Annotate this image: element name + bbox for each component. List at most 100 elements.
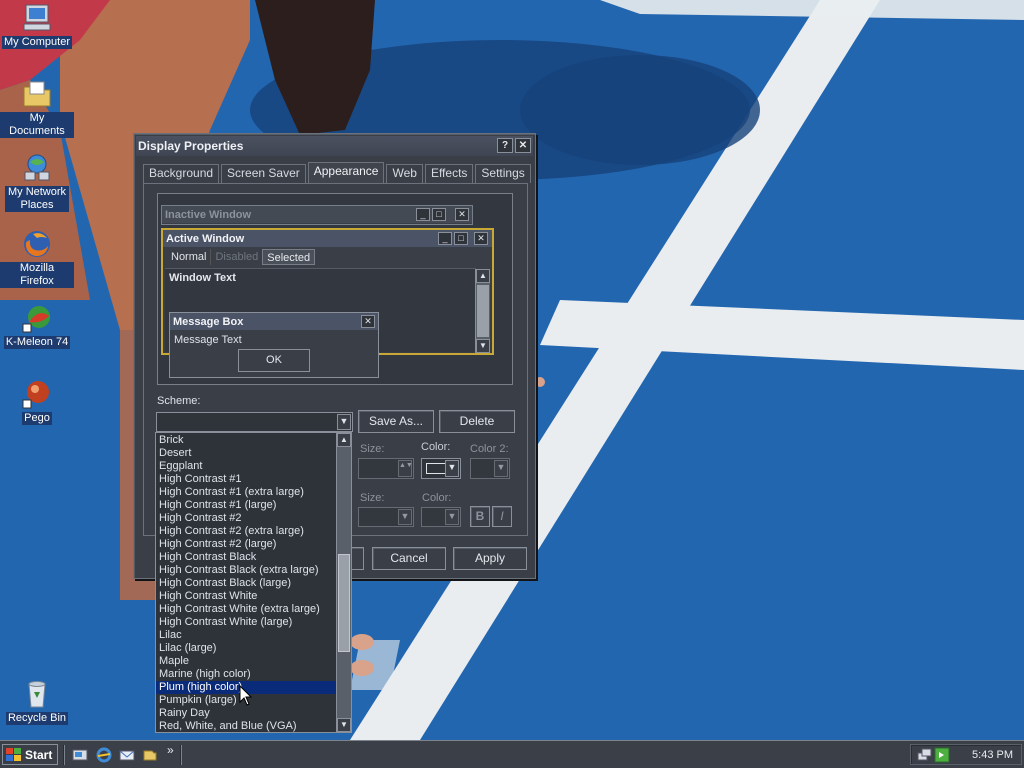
list-item[interactable]: Maple (156, 655, 337, 668)
desktop-icon-network-places[interactable]: My Network Places (0, 152, 74, 212)
font-color-label: Color: (422, 492, 452, 504)
preview-scrollbar: ▲ ▼ (475, 269, 490, 353)
list-item[interactable]: Eggplant (156, 460, 337, 473)
chevron-down-icon[interactable]: ▼ (445, 460, 459, 477)
font-size-combobox[interactable]: ▼ (358, 507, 414, 527)
scheme-dropdown-list[interactable]: Brick Desert Eggplant High Contrast #1 H… (155, 432, 352, 733)
network-tray-icon[interactable] (917, 747, 933, 763)
desktop-icon-label: K-Meleon 74 (3, 336, 71, 349)
list-item[interactable]: High Contrast Black (large) (156, 577, 337, 590)
list-item[interactable]: High Contrast #1 (large) (156, 499, 337, 512)
list-item[interactable]: High Contrast White (156, 590, 337, 603)
dialog-title-bar[interactable]: Display Properties ? ✕ (136, 136, 533, 156)
volume-tray-icon[interactable] (934, 747, 950, 763)
size-spinner[interactable]: ▲▼ (358, 458, 414, 479)
chevron-down-icon[interactable]: ▼ (337, 414, 351, 430)
scroll-thumb[interactable] (338, 554, 350, 652)
tab-web[interactable]: Web (386, 164, 423, 183)
network-icon (24, 154, 50, 181)
list-item[interactable]: High Contrast #1 (extra large) (156, 486, 337, 499)
outlook-express-icon[interactable] (119, 747, 135, 763)
kmeleon-icon (22, 306, 50, 333)
color2-label: Color 2: (470, 443, 509, 455)
list-item[interactable]: High Contrast #1 (156, 473, 337, 486)
start-label: Start (25, 747, 53, 762)
menu-disabled: Disabled (210, 249, 262, 265)
list-item[interactable]: Lilac (156, 629, 337, 642)
media-player-icon[interactable] (142, 747, 158, 763)
appearance-preview[interactable]: Inactive Window _ □ ✕ Active Window _ □ … (157, 193, 513, 385)
list-item[interactable]: High Contrast White (large) (156, 616, 337, 629)
list-item[interactable]: Rainy Day (156, 707, 337, 720)
close-icon: ✕ (474, 232, 488, 245)
list-item[interactable]: High Contrast #2 (extra large) (156, 525, 337, 538)
color2-picker[interactable]: ▼ (470, 458, 510, 479)
minimize-icon: _ (416, 208, 430, 221)
internet-explorer-icon[interactable] (96, 747, 112, 763)
desktop-icon-pego[interactable]: Pego (0, 378, 74, 425)
menu-normal: Normal (171, 251, 207, 263)
color-picker[interactable]: ▼ (421, 458, 461, 479)
list-item[interactable]: Brick (156, 434, 337, 447)
save-as-button[interactable]: Save As... (358, 410, 434, 433)
tab-appearance[interactable]: Appearance (307, 162, 385, 183)
desktop-icon-label: Pego (22, 412, 52, 425)
start-button[interactable]: Start (2, 744, 58, 765)
desktop-icon-kmeleon[interactable]: K-Meleon 74 (0, 302, 74, 349)
tab-effects[interactable]: Effects (424, 164, 474, 183)
list-item[interactable]: High Contrast Black (156, 551, 337, 564)
list-item[interactable]: High Contrast White (extra large) (156, 603, 337, 616)
apply-button[interactable]: Apply (453, 547, 527, 570)
delete-button[interactable]: Delete (439, 410, 515, 433)
close-button[interactable]: ✕ (515, 138, 531, 153)
desktop-icon-my-computer[interactable]: My Computer (0, 2, 74, 49)
scheme-list-scrollbar[interactable]: ▲ ▼ (336, 433, 351, 732)
color-label: Color: (421, 441, 451, 453)
cancel-button[interactable]: Cancel (372, 547, 446, 570)
mouse-cursor-icon (239, 685, 253, 706)
dialog-title: Display Properties (138, 139, 244, 153)
show-desktop-icon[interactable] (72, 747, 88, 763)
tab-background[interactable]: Background (143, 164, 220, 183)
italic-button[interactable]: I (492, 506, 512, 527)
desktop-icon-label: My Network Places (5, 186, 69, 212)
chevron-down-icon[interactable]: ▼ (398, 509, 412, 525)
scheme-label: Scheme: (157, 395, 201, 407)
desktop-icon-recycle-bin[interactable]: Recycle Bin (0, 678, 74, 725)
pego-icon (22, 381, 49, 409)
list-item[interactable]: Marine (high color) (156, 668, 337, 681)
desktop-icon-my-documents[interactable]: My Documents (0, 78, 74, 138)
desktop-icon-label: Recycle Bin (5, 712, 69, 725)
scroll-up-icon: ▲ (476, 269, 490, 283)
tab-settings[interactable]: Settings (475, 164, 531, 183)
message-text: Message Text (174, 334, 242, 346)
quick-launch-more-icon[interactable]: » (167, 743, 174, 757)
bold-button[interactable]: B (470, 506, 490, 527)
spinner-arrows-icon[interactable]: ▲▼ (398, 460, 413, 477)
font-color-picker[interactable]: ▼ (421, 507, 461, 527)
chevron-down-icon[interactable]: ▼ (494, 460, 508, 477)
scroll-down-icon: ▼ (476, 339, 490, 353)
help-button[interactable]: ? (497, 138, 513, 153)
color-swatch (426, 463, 446, 474)
list-item[interactable]: High Contrast #2 (large) (156, 538, 337, 551)
firefox-icon (24, 231, 50, 257)
chevron-down-icon[interactable]: ▼ (445, 509, 459, 525)
scroll-down-icon[interactable]: ▼ (337, 718, 351, 732)
desktop-icon-label: My Computer (1, 36, 73, 49)
desktop-icon-firefox[interactable]: Mozilla Firefox (0, 228, 74, 288)
tab-screen-saver[interactable]: Screen Saver (221, 164, 306, 183)
list-item[interactable]: Lilac (large) (156, 642, 337, 655)
list-item[interactable]: Desert (156, 447, 337, 460)
recycle-bin-icon (28, 681, 46, 708)
list-item[interactable]: Red, White, and Blue (VGA) (156, 720, 337, 733)
scheme-combobox[interactable]: ▼ (156, 412, 353, 432)
preview-menu-bar: Normal Disabled Selected (167, 249, 316, 265)
list-item[interactable]: High Contrast Black (extra large) (156, 564, 337, 577)
clock[interactable]: 5:43 PM (972, 749, 1013, 761)
list-item[interactable]: High Contrast #2 (156, 512, 337, 525)
preview-message-box: Message Box ✕ Message Text OK (169, 312, 379, 378)
message-ok-button: OK (238, 349, 310, 372)
scroll-up-icon[interactable]: ▲ (337, 433, 351, 447)
tab-strip: Background Screen Saver Appearance Web E… (143, 162, 533, 183)
